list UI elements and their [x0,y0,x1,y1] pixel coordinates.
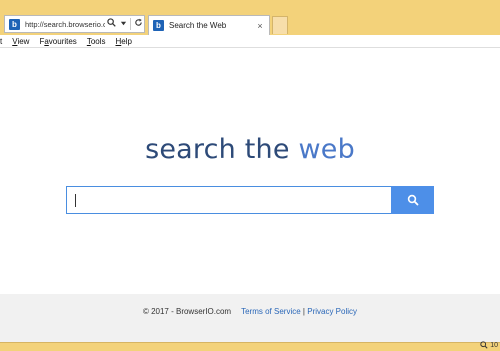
page-footer: © 2017 - BrowserIO.com Terms of Service |… [0,294,500,342]
zoom-icon [480,341,488,349]
menu-item-tools-partial[interactable]: t [0,37,2,46]
logo-text-main: search the [145,134,299,165]
address-bar[interactable]: b http://search.browserio.c... [4,15,145,33]
search-box[interactable] [66,186,392,214]
zoom-control[interactable]: 10 [480,341,498,349]
tab-favicon-icon: b [153,20,164,31]
dropdown-arrow-icon[interactable] [117,17,129,31]
search-input[interactable] [79,191,383,211]
menu-bar: t View Favourites Tools Help [0,35,500,48]
menu-item-tools[interactable]: Tools [87,37,106,46]
refresh-icon[interactable] [132,17,144,31]
site-favicon-icon: b [9,18,20,30]
copyright-text: © 2017 - BrowserIO.com [142,307,232,316]
browser-chrome: b http://search.browserio.c... b Search … [0,0,500,35]
zoom-level: 10 [490,341,498,349]
search-icon [407,194,418,206]
menu-item-view[interactable]: View [12,37,29,46]
address-search-icon[interactable] [105,17,117,31]
new-tab-button[interactable] [272,16,288,34]
site-logo: search the web [0,133,500,167]
terms-of-service-link[interactable]: Terms of Service [241,307,301,316]
address-url[interactable]: http://search.browserio.c... [25,20,105,29]
address-divider [130,18,131,30]
search-button[interactable] [391,186,434,214]
menu-item-favourites[interactable]: Favourites [39,37,76,46]
footer-links: © 2017 - BrowserIO.com Terms of Service |… [0,307,500,316]
footer-separator: | [302,307,305,316]
privacy-policy-link[interactable]: Privacy Policy [307,307,357,316]
tab-search-the-web[interactable]: b Search the Web × [148,15,270,35]
menu-item-help[interactable]: Help [116,37,132,46]
text-caret [75,194,76,207]
close-tab-icon[interactable]: × [254,21,266,31]
logo-text-accent: web [298,134,355,165]
tab-title: Search the Web [169,21,227,30]
